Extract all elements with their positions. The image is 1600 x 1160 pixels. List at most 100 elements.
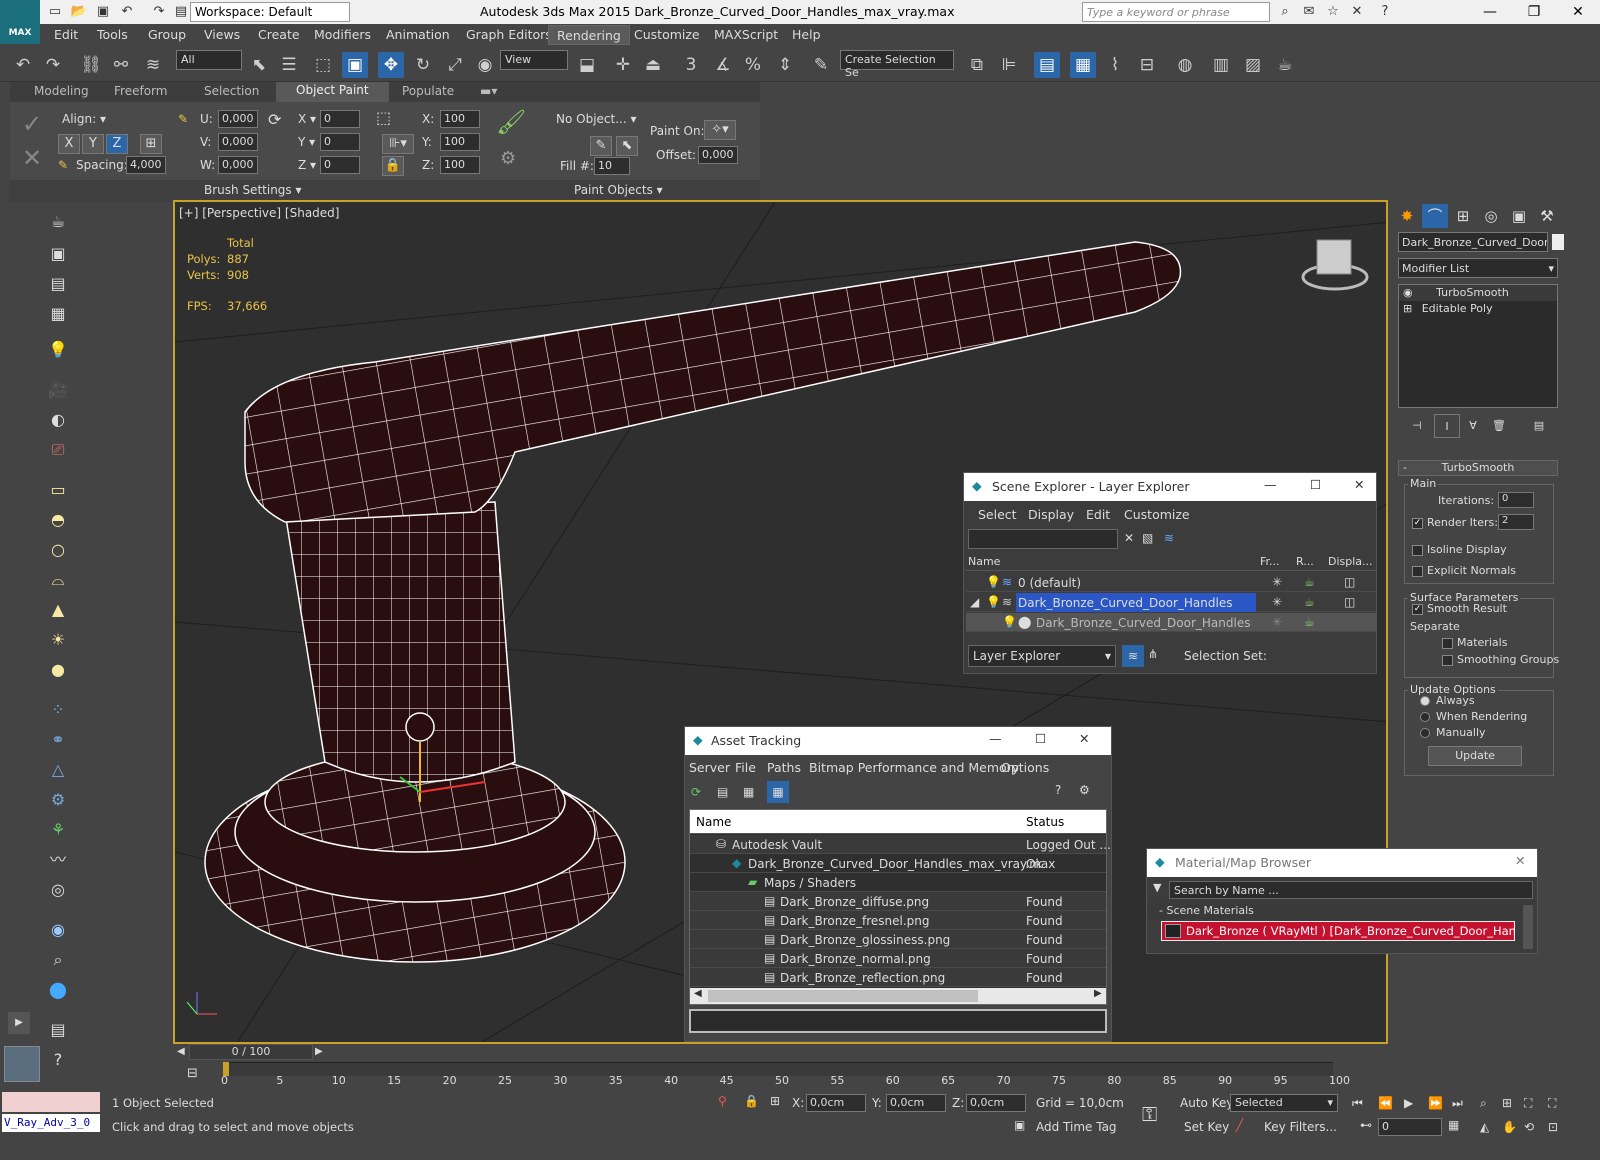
- render-teapot-icon[interactable]: ☕: [1304, 615, 1315, 629]
- set-key-icon[interactable]: ⚿: [1142, 1102, 1157, 1126]
- maximize-button[interactable]: ❐: [1512, 0, 1556, 24]
- col-display[interactable]: Displa...: [1328, 555, 1373, 568]
- explorer-mode-dropdown[interactable]: Layer Explorer ▾: [968, 645, 1116, 667]
- close-button[interactable]: ✕: [1354, 477, 1364, 492]
- offset-tool-icon[interactable]: ✎: [178, 112, 188, 126]
- maximize-viewport-icon[interactable]: [4, 1046, 40, 1082]
- menu-bitmap-performance[interactable]: Bitmap Performance and Memory: [809, 760, 1019, 775]
- link-icon[interactable]: ⛓: [78, 52, 104, 78]
- layer-row-default[interactable]: 💡 ≋ 0 (default) ✳ ☕ ◫: [966, 573, 1376, 592]
- horizontal-scrollbar[interactable]: ◀ ▶: [690, 988, 1106, 1004]
- keyboard-shortcut-icon[interactable]: ⏏: [640, 52, 666, 78]
- reference-coordinate-dropdown[interactable]: View: [500, 50, 568, 70]
- binoculars-icon[interactable]: ⌕: [1276, 3, 1294, 21]
- keyword-search-input[interactable]: Type a keyword or phrase: [1082, 2, 1270, 22]
- x-scale-spinner[interactable]: 100: [440, 110, 480, 128]
- light-bulb-icon[interactable]: 💡: [1002, 615, 1017, 629]
- paint-brush-icon[interactable]: 🖌: [496, 108, 526, 136]
- selection-filter-dropdown[interactable]: All: [176, 50, 242, 70]
- bind-space-warp-icon[interactable]: ≋: [140, 52, 166, 78]
- menu-server[interactable]: Server: [689, 760, 730, 775]
- motion-tab-icon[interactable]: ◎: [1478, 204, 1504, 228]
- hierarchy-tab-icon[interactable]: ⊞: [1450, 204, 1476, 228]
- zoom-extents-icon[interactable]: ⛶: [1524, 1096, 1532, 1111]
- spacing-spinner[interactable]: 4,000: [126, 156, 166, 174]
- object-name-field[interactable]: Dark_Bronze_Curved_Door_H: [1398, 232, 1548, 252]
- modify-tab-icon[interactable]: ⌒: [1422, 204, 1448, 228]
- smoothing-groups-checkbox[interactable]: Smoothing Groups: [1442, 653, 1559, 666]
- camera-icon[interactable]: 🎥: [46, 378, 70, 402]
- menu-help[interactable]: Help: [792, 27, 821, 42]
- isoline-display-checkbox[interactable]: Isoline Display: [1412, 543, 1507, 556]
- hair-fur-icon[interactable]: 〰: [46, 848, 70, 872]
- key-mode-toggle-icon[interactable]: ⊷: [1360, 1118, 1372, 1132]
- pyramid-icon[interactable]: △: [46, 758, 70, 782]
- app-logo-icon[interactable]: MAX: [0, 0, 40, 44]
- maximize-button[interactable]: ☐: [1310, 477, 1321, 492]
- col-name[interactable]: Name: [968, 555, 1000, 568]
- asset-row-glossiness[interactable]: ▤ Dark_Bronze_glossiness.png Found: [690, 930, 1106, 949]
- mirror-icon[interactable]: ⧉: [964, 52, 990, 78]
- menu-graph-editors[interactable]: Graph Editors: [466, 27, 552, 42]
- project-icon[interactable]: ▤: [172, 3, 190, 21]
- paint-objects-panel[interactable]: Paint Objects ▾: [574, 183, 663, 197]
- menu-edit[interactable]: Edit: [54, 27, 78, 42]
- search-scene-icon[interactable]: ⌕: [46, 948, 70, 972]
- scale-icon[interactable]: ⬚: [376, 108, 391, 127]
- asset-settings-icon[interactable]: ⚙: [1079, 783, 1090, 797]
- menu-customize[interactable]: Customize: [634, 27, 700, 42]
- col-status[interactable]: Status: [1026, 815, 1064, 829]
- asset-row-vault[interactable]: ⛁ Autodesk Vault Logged Out ...: [690, 835, 1111, 854]
- blue-sphere-icon[interactable]: ⬤: [46, 978, 70, 1002]
- refresh-icon[interactable]: ⟳: [691, 785, 701, 799]
- freeze-icon[interactable]: ✳: [1272, 595, 1282, 609]
- key-filters-button[interactable]: Key Filters...: [1264, 1120, 1337, 1134]
- goto-start-icon[interactable]: ⏮: [1352, 1096, 1363, 1111]
- rectangular-selection-icon[interactable]: ⬚: [310, 52, 336, 78]
- select-and-scale-icon[interactable]: ⤢: [442, 52, 468, 78]
- display-tab-icon[interactable]: ▣: [1506, 204, 1532, 228]
- render-setup-icon[interactable]: ▥: [1208, 52, 1234, 78]
- sphere-half-icon[interactable]: ◐: [46, 408, 70, 432]
- minimize-button[interactable]: —: [989, 731, 1002, 746]
- current-frame-spinner[interactable]: 0: [1378, 1118, 1442, 1136]
- open-icon[interactable]: 📂: [70, 3, 88, 21]
- update-button[interactable]: Update: [1428, 746, 1522, 766]
- modifier-stack[interactable]: ◉ TurboSmooth ⊞ Editable Poly: [1398, 284, 1558, 408]
- menu-views[interactable]: Views: [204, 27, 240, 42]
- redo-icon[interactable]: ↷: [150, 3, 168, 21]
- fill-spinner[interactable]: 10: [594, 157, 630, 175]
- scrollbar-thumb[interactable]: [708, 990, 978, 1002]
- menu-maxscript[interactable]: MAXScript: [714, 27, 778, 42]
- zoom-all-icon[interactable]: ⊞: [1502, 1096, 1512, 1110]
- sun-icon[interactable]: ☀: [46, 628, 70, 652]
- menu-animation[interactable]: Animation: [386, 27, 450, 42]
- asset-path-field[interactable]: [689, 1009, 1107, 1033]
- menu-file[interactable]: File: [735, 760, 756, 775]
- minimize-button[interactable]: —: [1468, 0, 1512, 24]
- zoom-extents-all-icon[interactable]: ⛶: [1548, 1096, 1556, 1111]
- grass-icon[interactable]: ⚘: [46, 818, 70, 842]
- menu-rendering[interactable]: Rendering: [548, 25, 630, 45]
- pan-icon[interactable]: ✋: [1502, 1120, 1517, 1134]
- asset-help-icon[interactable]: ?: [1055, 783, 1061, 797]
- freeze-icon[interactable]: ✳: [1272, 575, 1282, 589]
- manually-radio[interactable]: Manually: [1420, 726, 1486, 739]
- teapot-icon[interactable]: ☕: [46, 210, 70, 234]
- key-mode-dropdown[interactable]: Selected ▾: [1230, 1094, 1338, 1112]
- close-button[interactable]: ✕: [1079, 731, 1089, 746]
- layers-stack-icon[interactable]: ≋: [1164, 531, 1174, 545]
- undo-icon[interactable]: ↶: [118, 3, 136, 21]
- stack-item-editable-poly[interactable]: ⊞ Editable Poly: [1399, 301, 1557, 317]
- asset-row-fresnel[interactable]: ▤ Dark_Bronze_fresnel.png Found: [690, 911, 1106, 930]
- menu-edit[interactable]: Edit: [1086, 507, 1111, 522]
- render-teapot-icon[interactable]: ☕: [1304, 595, 1315, 609]
- no-object-dropdown[interactable]: No Object... ▾: [556, 112, 637, 126]
- pick-list-icon[interactable]: ⬉: [616, 136, 638, 156]
- menu-modifiers[interactable]: Modifiers: [314, 27, 371, 42]
- time-config-icon[interactable]: ▦: [1448, 1118, 1459, 1132]
- isolate-icon[interactable]: ⚲: [718, 1094, 727, 1108]
- menu-group[interactable]: Group: [148, 27, 186, 42]
- ribbon-options-icon[interactable]: ▬▾: [480, 84, 497, 98]
- select-and-move-icon[interactable]: ✥: [378, 52, 404, 78]
